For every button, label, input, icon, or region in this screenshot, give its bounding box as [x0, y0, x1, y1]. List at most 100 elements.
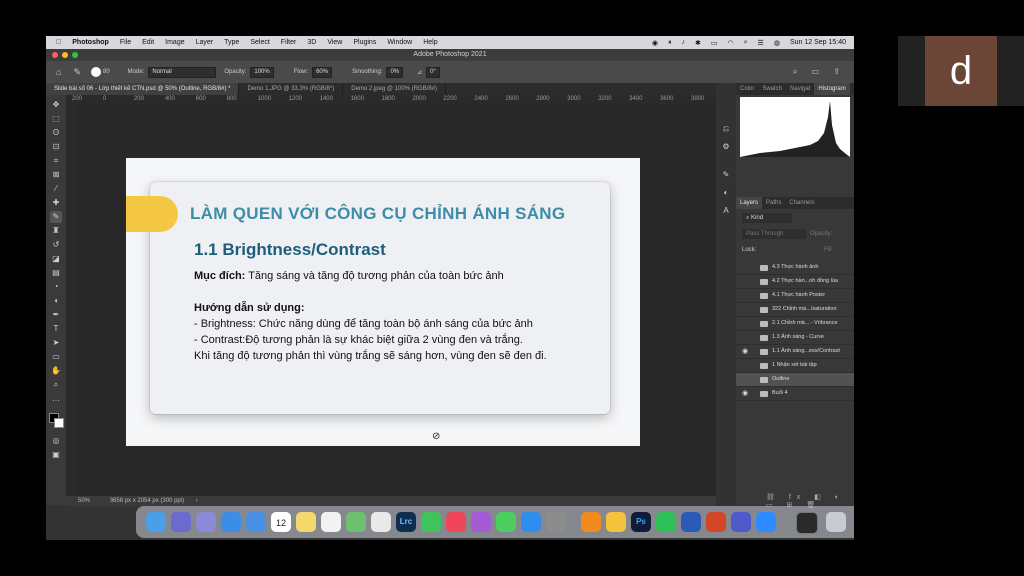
- brush-preset-icon[interactable]: [90, 67, 101, 77]
- drawing-icon[interactable]: [606, 512, 626, 532]
- notes-icon[interactable]: [296, 512, 316, 532]
- lasso-tool-icon[interactable]: ʘ: [50, 127, 62, 139]
- layer-row[interactable]: 4.2 Thực hàn...nh đồng lúa: [736, 275, 854, 289]
- screen-icon[interactable]: [796, 512, 818, 534]
- settings-icon[interactable]: [546, 512, 566, 532]
- frame-tool-icon[interactable]: ⊠: [50, 169, 62, 181]
- reminders-icon[interactable]: [321, 512, 341, 532]
- home-icon[interactable]: ⌂: [56, 67, 61, 77]
- zoom-tool-icon[interactable]: ⌕: [50, 379, 62, 391]
- safari-icon[interactable]: [221, 512, 241, 532]
- zoom-level[interactable]: 50%: [78, 498, 90, 504]
- crop-tool-icon[interactable]: ⌗: [50, 155, 62, 167]
- history-panel-icon[interactable]: ⎌: [720, 123, 732, 135]
- workspace-icons[interactable]: ⌕ ▭ ⇪: [793, 67, 846, 77]
- minimize-icon[interactable]: [62, 52, 68, 58]
- menu-help[interactable]: Help: [423, 39, 437, 46]
- layer-row[interactable]: 4.3 Thực hành ảnh: [736, 261, 854, 275]
- tab-layers[interactable]: Layers: [736, 197, 763, 209]
- tab-demo-2[interactable]: Demo 2.jpeg @ 100% (RGB/8#): [343, 83, 447, 95]
- more-tools-icon[interactable]: …: [50, 393, 62, 405]
- bluetooth-icon[interactable]: ✱: [695, 39, 701, 47]
- messages-icon[interactable]: [496, 512, 516, 532]
- angle-field[interactable]: 0°: [426, 66, 440, 78]
- move-tool-icon[interactable]: ✥: [50, 99, 62, 111]
- tab-color[interactable]: Color: [736, 83, 758, 95]
- volume-icon[interactable]: ♪: [682, 39, 686, 46]
- layer-row[interactable]: 322 Chỉnh mà.../saturation: [736, 303, 854, 317]
- dodge-tool-icon[interactable]: ◖: [50, 295, 62, 307]
- eye-icon[interactable]: ◉: [742, 345, 748, 358]
- pen-tool-icon[interactable]: ✒: [50, 309, 62, 321]
- menu-3d[interactable]: 3D: [307, 39, 316, 46]
- menu-view[interactable]: View: [327, 39, 342, 46]
- menu-edit[interactable]: Edit: [142, 39, 154, 46]
- vlc-icon[interactable]: [581, 512, 601, 532]
- music-icon[interactable]: [446, 512, 466, 532]
- camera-icon[interactable]: ◉: [652, 39, 658, 47]
- blend-mode-select[interactable]: Pass Through: [742, 229, 806, 239]
- marquee-tool-icon[interactable]: ⬚: [50, 113, 62, 125]
- pause-icon[interactable]: ⏸: [668, 39, 672, 47]
- siri-icon[interactable]: ◍: [774, 39, 780, 47]
- chevron-right-icon[interactable]: ›: [196, 498, 198, 504]
- menu-image[interactable]: Image: [165, 39, 184, 46]
- document-size[interactable]: 3658 px x 2054 px (300 ppi): [110, 498, 184, 504]
- history-brush-icon[interactable]: ↺: [50, 239, 62, 251]
- control-center-icon[interactable]: ☰: [758, 39, 764, 47]
- tab-swatches[interactable]: Swatch: [758, 83, 786, 95]
- mode-select[interactable]: Normal: [148, 66, 217, 78]
- tab-slide-psd[interactable]: Slide bài số 06 - Lớp thiết kế CTN.psd @…: [46, 83, 240, 95]
- layer-row[interactable]: ◉ 1.1 Ánh sáng...ess/Contrast: [736, 345, 854, 359]
- layer-row[interactable]: 1 Nhận xét bài tập: [736, 359, 854, 373]
- mail-icon[interactable]: [246, 512, 266, 532]
- photoshop-icon[interactable]: Ps: [631, 512, 651, 532]
- whatsapp-icon[interactable]: [656, 512, 676, 532]
- zoom-icon[interactable]: [756, 512, 776, 532]
- menu-plugins[interactable]: Plugins: [353, 39, 376, 46]
- menu-type[interactable]: Type: [224, 39, 239, 46]
- eyedropper-tool-icon[interactable]: ⁄: [50, 183, 62, 195]
- healing-tool-icon[interactable]: ✚: [50, 197, 62, 209]
- brush-tool-icon[interactable]: ✎: [73, 67, 81, 78]
- hand-tool-icon[interactable]: ✋: [50, 365, 62, 377]
- podcasts-icon[interactable]: [471, 512, 491, 532]
- document-canvas[interactable]: LÀM QUEN VỚI CÔNG CỤ CHỈNH ÁNH SÁNG 1.1 …: [126, 158, 640, 446]
- screen-mode-icon[interactable]: ▣: [50, 449, 62, 461]
- flow-field[interactable]: 60%: [312, 66, 333, 78]
- quick-mask-icon[interactable]: ◎: [50, 435, 62, 447]
- tab-channels[interactable]: Channels: [785, 197, 818, 209]
- tab-paths[interactable]: Paths: [762, 197, 785, 209]
- apple-icon[interactable]: : [56, 39, 61, 46]
- shape-tool-icon[interactable]: ▭: [50, 351, 62, 363]
- menu-select[interactable]: Select: [250, 39, 269, 46]
- word-icon[interactable]: [681, 512, 701, 532]
- background-color-swatch[interactable]: [54, 418, 64, 428]
- eraser-tool-icon[interactable]: ◪: [50, 253, 62, 265]
- chrome-icon[interactable]: [371, 512, 391, 532]
- layer-row[interactable]: 4.1 Thực hành Poster: [736, 289, 854, 303]
- search-icon[interactable]: ⌕: [744, 39, 748, 47]
- menu-layer[interactable]: Layer: [196, 39, 214, 46]
- close-icon[interactable]: [52, 52, 58, 58]
- wifi-icon[interactable]: ◠: [728, 39, 734, 47]
- adjustments-panel-icon[interactable]: ◐: [720, 187, 732, 199]
- menu-file[interactable]: File: [120, 39, 131, 46]
- menu-filter[interactable]: Filter: [281, 39, 297, 46]
- teams-icon[interactable]: [731, 512, 751, 532]
- battery-icon[interactable]: ▭: [711, 39, 718, 47]
- gradient-tool-icon[interactable]: ▤: [50, 267, 62, 279]
- opacity-field[interactable]: 100%: [250, 66, 274, 78]
- facetime-icon[interactable]: [421, 512, 441, 532]
- appstore-icon[interactable]: [521, 512, 541, 532]
- tab-demo-1[interactable]: Demo 1.JPG @ 33,3% (RGB/8*): [239, 83, 344, 95]
- object-select-icon[interactable]: ⊡: [50, 141, 62, 153]
- smoothing-field[interactable]: 0%: [386, 66, 404, 78]
- brush-tool-icon[interactable]: ✎: [50, 211, 62, 223]
- blur-tool-icon[interactable]: ◔: [50, 281, 62, 293]
- clock[interactable]: Sun 12 Sep 15:40: [790, 39, 846, 46]
- layer-row-selected[interactable]: Outline: [736, 373, 854, 387]
- finder-icon[interactable]: [146, 512, 166, 532]
- kind-filter[interactable]: ⌕ Kind: [742, 213, 792, 223]
- lightroom-icon[interactable]: Lrc: [396, 512, 416, 532]
